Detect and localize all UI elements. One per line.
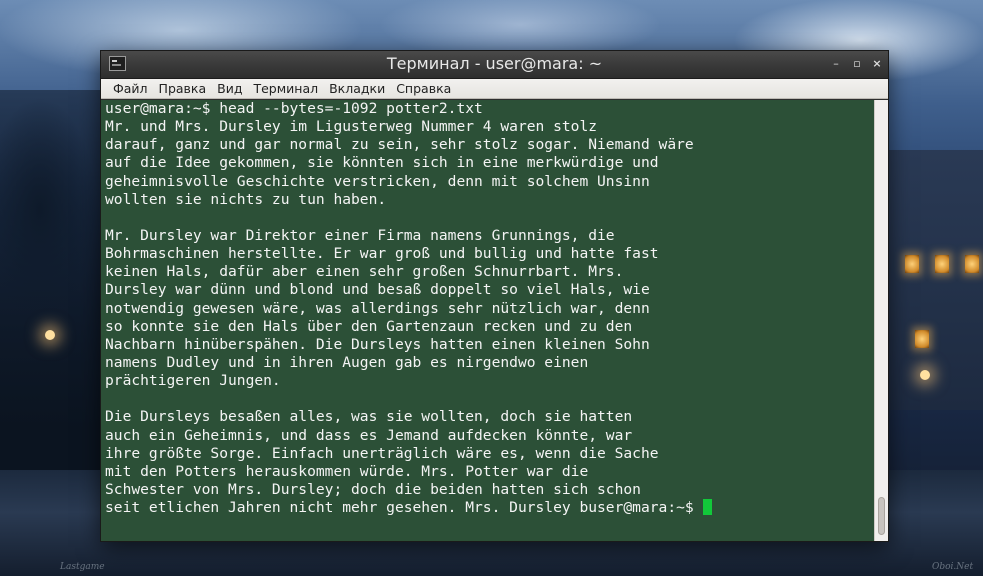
wallpaper-lit-window — [915, 330, 929, 348]
terminal-scrollbar[interactable] — [874, 100, 888, 541]
terminal-line: wollten sie nichts zu tun haben. — [105, 190, 387, 208]
terminal-line: keinen Hals, dafür aber einen sehr große… — [105, 263, 624, 281]
menu-view[interactable]: Вид — [217, 79, 242, 99]
terminal-line: mit den Potters herauskommen würde. Mrs.… — [105, 462, 589, 480]
minimize-icon[interactable]: – — [829, 57, 843, 71]
menu-edit[interactable]: Правка — [159, 79, 207, 99]
terminal-line: Die Dursleys besaßen alles, was sie woll… — [105, 408, 633, 426]
title-bar[interactable]: Терминал - user@mara: ~ – ▫ × — [101, 51, 888, 79]
terminal-prompt-line: seit etlichen Jahren nicht mehr gesehen.… — [105, 499, 713, 517]
watermark-right: Oboi.Net — [932, 562, 974, 572]
terminal-lines: user@mara:~$ head --bytes=-1092 potter2.… — [105, 100, 713, 517]
terminal-line: auch ein Geheimnis, und dass es Jemand a… — [105, 426, 633, 444]
watermark-left: Lastgame — [60, 562, 105, 572]
terminal-line: prächtigeren Jungen. — [105, 372, 281, 390]
terminal-line: darauf, ganz und gar normal zu sein, seh… — [105, 136, 694, 154]
wallpaper-lit-window — [905, 255, 919, 273]
terminal-output[interactable]: user@mara:~$ head --bytes=-1092 potter2.… — [101, 100, 874, 541]
wallpaper-lit-window — [965, 255, 979, 273]
terminal-line: Mr. Dursley war Direktor einer Firma nam… — [105, 226, 615, 244]
maximize-icon[interactable]: ▫ — [850, 57, 864, 71]
menu-tabs[interactable]: Вкладки — [329, 79, 385, 99]
terminal-line: Bohrmaschinen herstellte. Er war groß un… — [105, 245, 659, 263]
terminal-line: ihre größte Sorge. Einfach unerträglich … — [105, 444, 659, 462]
terminal-line: auf die Idee gekommen, sie könnten sich … — [105, 154, 659, 172]
terminal-last-text: seit etlichen Jahren nicht mehr gesehen.… — [105, 499, 703, 517]
scrollbar-thumb[interactable] — [878, 497, 885, 535]
terminal-line: Dursley war dünn und blond und besaß dop… — [105, 281, 650, 299]
terminal-line: namens Dudley und in ihren Augen gab es … — [105, 353, 589, 371]
terminal-cursor — [703, 499, 713, 516]
wallpaper-lit-window — [935, 255, 949, 273]
terminal-line: notwendig gewesen wäre, was allerdings s… — [105, 299, 650, 317]
terminal-line: user@mara:~$ head --bytes=-1092 potter2.… — [105, 100, 483, 117]
window-title: Терминал - user@mara: ~ — [386, 54, 603, 73]
menu-bar: Файл Правка Вид Терминал Вкладки Справка — [101, 79, 888, 99]
wallpaper-lamp — [920, 370, 930, 380]
terminal-window[interactable]: Терминал - user@mara: ~ – ▫ × Файл Правк… — [101, 51, 888, 541]
wallpaper-house — [888, 150, 983, 410]
menu-file[interactable]: Файл — [113, 79, 148, 99]
close-icon[interactable]: × — [870, 57, 884, 71]
terminal-line: Schwester von Mrs. Dursley; doch die bei… — [105, 480, 641, 498]
menu-terminal[interactable]: Терминал — [253, 79, 318, 99]
terminal-line: Nachbarn hinüberspähen. Die Dursleys hat… — [105, 335, 650, 353]
terminal-line: Mr. und Mrs. Dursley im Ligusterweg Numm… — [105, 118, 598, 136]
wallpaper-lamp — [45, 330, 55, 340]
menu-help[interactable]: Справка — [396, 79, 451, 99]
terminal-line: geheimnisvolle Geschichte verstricken, d… — [105, 172, 650, 190]
terminal-line: so konnte sie den Hals über den Gartenza… — [105, 317, 633, 335]
